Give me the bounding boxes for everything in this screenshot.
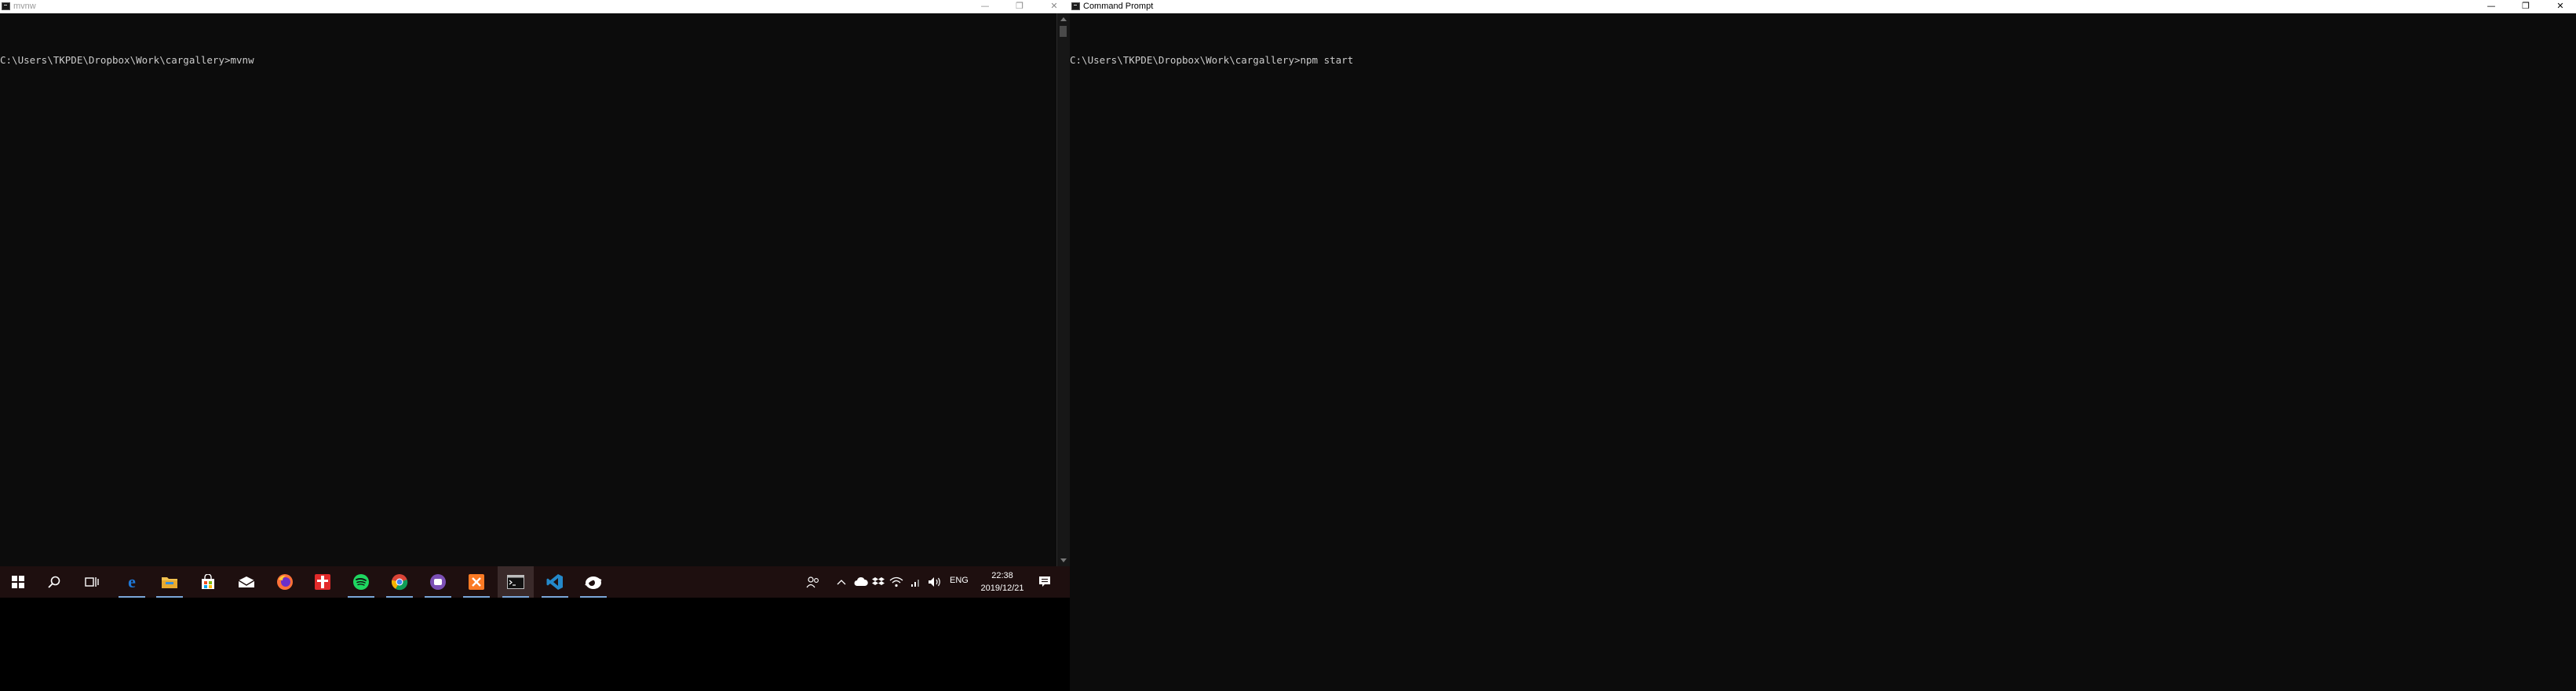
window-title: Command Prompt bbox=[1083, 2, 1154, 11]
browser-app-icon bbox=[585, 576, 602, 589]
taskbar-app-browser[interactable] bbox=[575, 566, 611, 598]
store-icon bbox=[202, 574, 214, 589]
taskbar-app-xampp[interactable] bbox=[458, 566, 494, 598]
command-prompt-icon bbox=[507, 575, 524, 589]
mvnw-console-window[interactable]: mvnw — ❐ ✕ C:\Users\TKPDE\Dropbox\Work\c… bbox=[0, 0, 1070, 566]
maximize-button[interactable]: ❐ bbox=[2510, 0, 2541, 13]
scroll-down-icon[interactable] bbox=[1060, 558, 1067, 562]
notification-icon bbox=[1039, 576, 1050, 587]
taskbar: e ENG 22:38 2019/12/21 bbox=[0, 566, 1070, 598]
close-button[interactable]: ✕ bbox=[1038, 0, 1070, 13]
taskbar-app-edge[interactable]: e bbox=[114, 566, 150, 598]
network-icon bbox=[889, 576, 903, 587]
chrome-icon bbox=[391, 574, 408, 591]
close-button[interactable]: ✕ bbox=[2545, 0, 2576, 13]
console-app-icon bbox=[2, 2, 10, 10]
taskbar-app-gift[interactable] bbox=[305, 566, 341, 598]
scroll-thumb[interactable] bbox=[1060, 26, 1067, 37]
windows-start-icon bbox=[12, 576, 24, 588]
taskbar-clock[interactable]: 22:38 2019/12/21 bbox=[974, 569, 1031, 595]
file-explorer-icon bbox=[162, 577, 177, 588]
search-button[interactable] bbox=[36, 566, 72, 598]
search-icon bbox=[48, 576, 60, 588]
signal-icon bbox=[911, 580, 919, 587]
firefox-icon bbox=[277, 574, 293, 590]
command-prompt-window[interactable]: Command Prompt — ❐ ✕ C:\Users\TKPDE\Drop… bbox=[1070, 0, 2576, 691]
taskbar-app-store[interactable] bbox=[190, 566, 226, 598]
taskbar-app-media[interactable] bbox=[420, 566, 456, 598]
input-language-indicator[interactable]: ENG bbox=[950, 576, 969, 585]
start-button[interactable] bbox=[0, 566, 36, 598]
clock-time: 22:38 bbox=[991, 571, 1013, 580]
xampp-icon bbox=[469, 574, 484, 590]
window-titlebar[interactable]: mvnw — ❐ ✕ bbox=[0, 0, 1070, 13]
window-title: mvnw bbox=[13, 2, 36, 11]
console-line: C:\Users\TKPDE\Dropbox\Work\cargallery>n… bbox=[1070, 54, 1354, 66]
taskbar-app-command-prompt[interactable] bbox=[498, 566, 534, 598]
console-output[interactable]: C:\Users\TKPDE\Dropbox\Work\cargallery>m… bbox=[0, 29, 254, 92]
spotify-icon bbox=[353, 574, 369, 590]
chevron-up-icon bbox=[837, 580, 846, 585]
mail-icon bbox=[238, 576, 255, 587]
people-button[interactable] bbox=[801, 566, 826, 598]
people-icon bbox=[806, 576, 819, 588]
tray-cloud-button[interactable] bbox=[852, 566, 870, 598]
tray-signal-button[interactable] bbox=[907, 566, 925, 598]
taskbar-app-firefox[interactable] bbox=[267, 566, 303, 598]
action-center-button[interactable] bbox=[1031, 566, 1058, 598]
gift-app-icon bbox=[315, 574, 330, 590]
media-app-icon bbox=[430, 574, 446, 590]
show-hidden-icons-button[interactable] bbox=[832, 566, 851, 598]
taskbar-app-chrome[interactable] bbox=[381, 566, 418, 598]
task-view-button[interactable] bbox=[74, 566, 110, 598]
volume-button[interactable] bbox=[925, 566, 945, 598]
console-line: C:\Users\TKPDE\Dropbox\Work\cargallery>m… bbox=[0, 54, 254, 66]
cloud-icon bbox=[854, 576, 868, 586]
maximize-button[interactable]: ❐ bbox=[1004, 0, 1035, 13]
svg-text:e: e bbox=[128, 573, 136, 591]
task-view-icon bbox=[85, 577, 99, 587]
clock-date: 2019/12/21 bbox=[980, 584, 1024, 593]
desktop-background bbox=[0, 598, 1070, 691]
taskbar-app-file-explorer[interactable] bbox=[151, 566, 188, 598]
taskbar-app-spotify[interactable] bbox=[343, 566, 379, 598]
tray-dropbox-button[interactable] bbox=[870, 566, 887, 598]
minimize-button[interactable]: — bbox=[969, 0, 1001, 13]
window-titlebar[interactable]: Command Prompt — ❐ ✕ bbox=[1070, 0, 2576, 13]
edge-icon: e bbox=[128, 573, 136, 591]
taskbar-app-vscode[interactable] bbox=[537, 566, 573, 598]
dropbox-icon bbox=[872, 577, 885, 585]
console-output[interactable]: C:\Users\TKPDE\Dropbox\Work\cargallery>n… bbox=[1070, 29, 1353, 92]
vscode-icon bbox=[546, 574, 563, 590]
tray-wifi-button[interactable] bbox=[887, 566, 906, 598]
taskbar-app-mail[interactable] bbox=[228, 566, 265, 598]
vertical-scrollbar[interactable] bbox=[1056, 13, 1070, 566]
console-app-icon bbox=[1071, 2, 1080, 10]
scroll-up-icon[interactable] bbox=[1060, 17, 1067, 21]
volume-icon bbox=[929, 577, 940, 587]
minimize-button[interactable]: — bbox=[2476, 0, 2507, 13]
